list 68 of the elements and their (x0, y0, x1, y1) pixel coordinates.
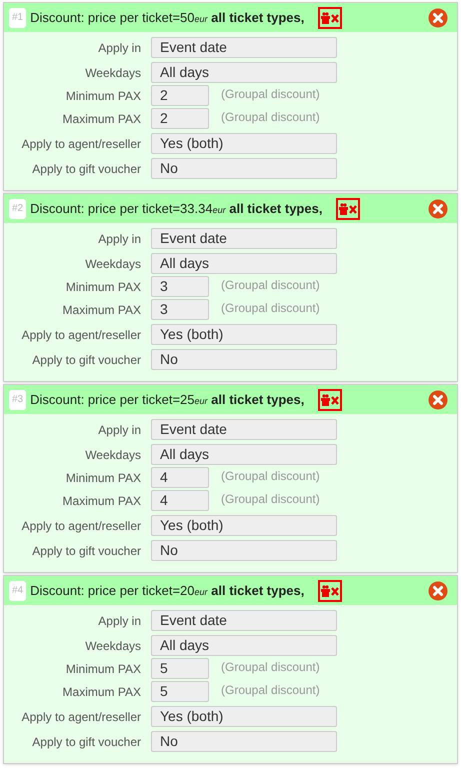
field-note: (Groupal discount) (221, 86, 320, 103)
input-field[interactable]: 3 (151, 276, 209, 297)
field-note: (Groupal discount) (221, 300, 320, 317)
input-field[interactable]: All days (151, 253, 337, 274)
field-note: (Groupal discount) (221, 491, 320, 508)
input-field[interactable]: Yes (both) (151, 706, 337, 727)
gift-remove-button[interactable] (318, 580, 342, 602)
input-field[interactable]: No (151, 158, 337, 179)
field-label: Maximum PAX (62, 492, 141, 510)
input-field[interactable]: 3 (151, 299, 209, 320)
input-field[interactable]: No (151, 540, 337, 561)
close-icon[interactable] (428, 198, 448, 218)
field-label: Minimum PAX (64, 88, 141, 104)
field-label: Apply in (97, 230, 141, 248)
field-note: (Groupal discount) (221, 109, 320, 126)
input-field[interactable]: 2 (151, 108, 209, 129)
field-label: Apply to gift voucher (31, 160, 141, 178)
input-field[interactable]: 2 (151, 85, 209, 106)
close-icon[interactable] (428, 390, 448, 410)
number-badge: #2 (9, 198, 26, 218)
field-label: Apply to agent/reseller (20, 136, 141, 152)
input-field[interactable]: 4 (151, 490, 209, 511)
gift-remove-button[interactable] (318, 6, 342, 28)
gift-remove-button[interactable] (318, 388, 342, 410)
field-label: Minimum PAX (64, 660, 141, 678)
input-field[interactable]: Event date (151, 610, 337, 631)
field-label: Apply to gift voucher (31, 352, 141, 368)
input-field[interactable]: 5 (151, 681, 209, 702)
field-note: (Groupal discount) (221, 659, 320, 676)
input-field[interactable]: Event date (151, 228, 337, 249)
field-label: Apply to agent/reseller (20, 708, 141, 726)
input-field[interactable]: 4 (151, 467, 209, 488)
close-icon[interactable] (428, 580, 448, 600)
input-field[interactable]: No (151, 349, 337, 370)
input-field[interactable]: All days (151, 62, 337, 83)
number-badge: #3 (9, 390, 26, 410)
input-field[interactable]: No (151, 731, 337, 752)
field-label: Apply in (97, 40, 141, 56)
close-icon[interactable] (428, 8, 448, 28)
input-field[interactable]: Event date (151, 419, 337, 440)
input-field[interactable]: Yes (both) (151, 324, 337, 345)
field-label: Apply in (97, 612, 141, 630)
number-badge: #4 (9, 580, 26, 600)
field-label: Minimum PAX (64, 470, 141, 486)
field-note: (Groupal discount) (221, 277, 320, 294)
field-label: Minimum PAX (64, 278, 141, 296)
field-label: Weekdays (84, 64, 141, 82)
field-label: Maximum PAX (62, 302, 141, 318)
field-label: Weekdays (84, 256, 141, 272)
field-label: Apply to gift voucher (31, 542, 141, 560)
number-badge: #1 (9, 8, 26, 28)
input-field[interactable]: All days (151, 444, 337, 465)
input-field[interactable]: Yes (both) (151, 515, 337, 536)
field-label: Apply in (97, 422, 141, 438)
input-field[interactable]: Event date (151, 37, 337, 58)
field-label: Maximum PAX (62, 110, 141, 128)
input-field[interactable]: Yes (both) (151, 133, 337, 154)
field-note: (Groupal discount) (221, 468, 320, 485)
input-field[interactable]: 5 (151, 658, 209, 679)
field-label: Maximum PAX (62, 684, 141, 700)
input-field[interactable]: All days (151, 635, 337, 656)
field-label: Weekdays (84, 638, 141, 654)
field-label: Weekdays (84, 446, 141, 464)
field-label: Apply to gift voucher (31, 734, 141, 750)
field-label: Apply to agent/reseller (20, 518, 141, 534)
field-label: Apply to agent/reseller (20, 326, 141, 344)
gift-remove-button[interactable] (336, 198, 360, 220)
field-note: (Groupal discount) (221, 682, 320, 699)
